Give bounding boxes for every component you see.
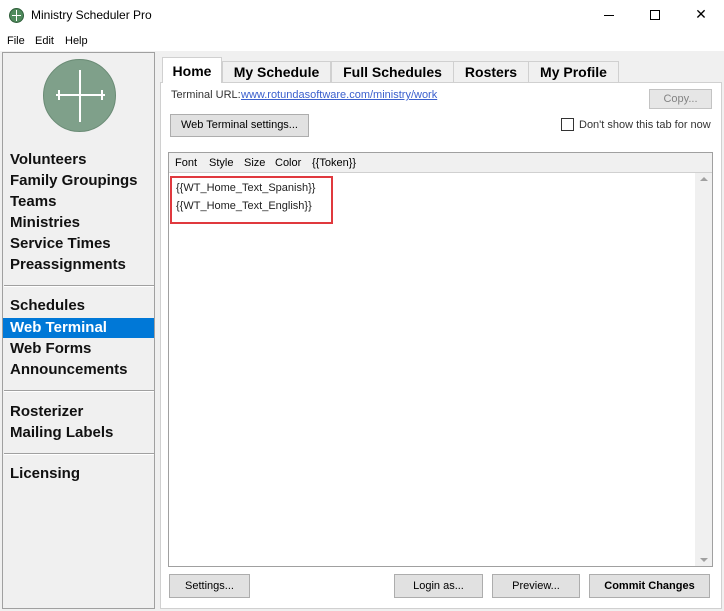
preview-button[interactable]: Preview...: [492, 574, 580, 598]
maximize-button[interactable]: [632, 0, 678, 31]
terminal-url-label: Terminal URL:: [171, 89, 241, 101]
sidebar-item-service-times[interactable]: Service Times: [10, 234, 111, 254]
login-as-button[interactable]: Login as...: [394, 574, 483, 598]
app-compass-icon: [9, 8, 24, 23]
maximize-icon: [650, 10, 660, 20]
sidebar-item-licensing[interactable]: Licensing: [10, 464, 80, 484]
menu-file[interactable]: File: [7, 35, 25, 47]
compass-logo-icon: [43, 59, 116, 132]
menu-edit[interactable]: Edit: [35, 35, 54, 47]
sidebar-divider: [4, 453, 154, 455]
dont-show-label: Don't show this tab for now: [579, 119, 711, 131]
editor-scrollbar[interactable]: [695, 173, 712, 566]
sidebar-item-announcements[interactable]: Announcements: [10, 360, 128, 380]
sidebar: Volunteers Family Groupings Teams Minist…: [2, 52, 155, 609]
sidebar-item-rosterizer[interactable]: Rosterizer: [10, 402, 83, 422]
sidebar-item-web-forms[interactable]: Web Forms: [10, 339, 91, 359]
commit-changes-button[interactable]: Commit Changes: [589, 574, 710, 598]
editor-toolbar: Font Style Size Color {{Token}}: [169, 153, 712, 173]
sidebar-item-mailing-labels[interactable]: Mailing Labels: [10, 423, 113, 443]
toolbar-token[interactable]: {{Token}}: [312, 157, 356, 169]
sidebar-item-web-terminal[interactable]: Web Terminal: [3, 318, 154, 338]
sidebar-divider: [4, 390, 154, 392]
tab-full-schedules[interactable]: Full Schedules: [331, 61, 454, 83]
window-title: Ministry Scheduler Pro: [31, 8, 152, 22]
web-terminal-settings-button[interactable]: Web Terminal settings...: [170, 114, 309, 137]
toolbar-style[interactable]: Style: [209, 157, 233, 169]
sidebar-item-schedules[interactable]: Schedules: [10, 296, 85, 316]
sidebar-item-ministries[interactable]: Ministries: [10, 213, 80, 233]
menu-help[interactable]: Help: [65, 35, 88, 47]
tab-rosters[interactable]: Rosters: [453, 61, 529, 83]
dont-show-checkbox[interactable]: [561, 118, 574, 131]
close-button[interactable]: ✕: [678, 0, 724, 31]
tab-my-schedule[interactable]: My Schedule: [222, 61, 331, 83]
toolbar-color[interactable]: Color: [275, 157, 301, 169]
sidebar-divider: [4, 285, 154, 287]
toolbar-size[interactable]: Size: [244, 157, 265, 169]
sidebar-item-preassignments[interactable]: Preassignments: [10, 255, 126, 275]
terminal-url-link[interactable]: www.rotundasoftware.com/ministry/work: [241, 89, 437, 101]
tab-home[interactable]: Home: [162, 57, 222, 83]
toolbar-font[interactable]: Font: [175, 157, 197, 169]
sidebar-item-family-groupings[interactable]: Family Groupings: [10, 171, 138, 191]
sidebar-item-teams[interactable]: Teams: [10, 192, 56, 212]
tab-my-profile[interactable]: My Profile: [528, 61, 619, 83]
title-bar: Ministry Scheduler Pro ✕: [0, 0, 724, 31]
annotation-highlight-box: [170, 176, 333, 224]
settings-button[interactable]: Settings...: [169, 574, 250, 598]
minimize-button[interactable]: [586, 0, 632, 31]
scroll-up-icon[interactable]: [700, 177, 708, 181]
menu-bar: File Edit Help: [0, 31, 724, 51]
scroll-down-icon[interactable]: [700, 558, 708, 562]
copy-button[interactable]: Copy...: [649, 89, 712, 109]
close-icon: ✕: [695, 7, 707, 23]
minimize-icon: [604, 15, 614, 16]
sidebar-item-volunteers[interactable]: Volunteers: [10, 150, 86, 170]
